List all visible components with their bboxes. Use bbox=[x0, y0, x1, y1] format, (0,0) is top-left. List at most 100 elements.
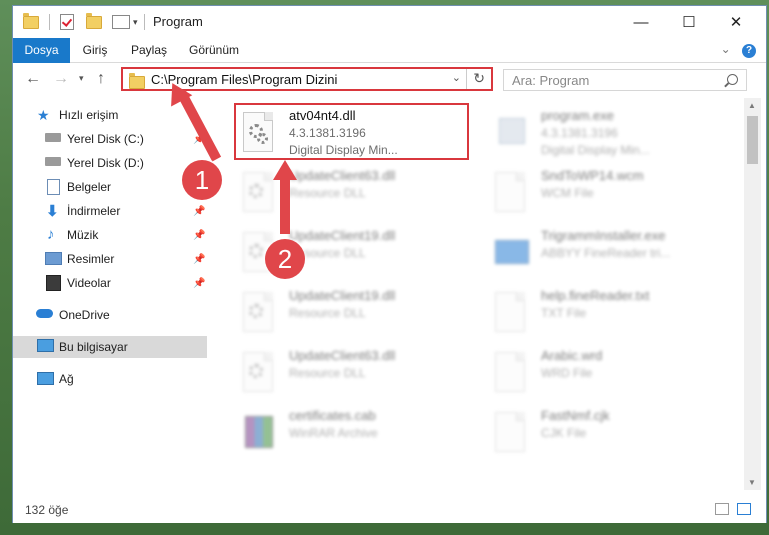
file-name: program.exe bbox=[541, 108, 614, 123]
explorer-window: ▾ Program — ☐ ✕ Dosya Giriş Paylaş Görün… bbox=[12, 5, 767, 523]
sidebar-item-pictures[interactable]: Resimler 📌 bbox=[13, 248, 207, 270]
file-type: TXT File bbox=[541, 306, 587, 320]
file-item[interactable]: FastNmf.cjk CJK File bbox=[491, 406, 727, 462]
address-dropdown-icon[interactable]: ⌄ bbox=[452, 71, 461, 84]
file-type: CJK File bbox=[541, 426, 587, 440]
details-view-icon[interactable] bbox=[715, 503, 729, 515]
sidebar-item-label: İndirmeler bbox=[67, 204, 121, 218]
file-item[interactable]: UpdateClient63.dll Resource DLL bbox=[239, 346, 475, 402]
file-item[interactable]: TrigrammInstaller.exe ABBYY FineReader t… bbox=[491, 226, 727, 282]
minimize-button[interactable]: — bbox=[618, 6, 664, 38]
quick-access-toolbar: ▾ bbox=[23, 12, 145, 30]
video-icon bbox=[46, 275, 61, 291]
sidebar-item-label: Yerel Disk (D:) bbox=[67, 156, 144, 170]
sidebar-item-local-disk-c[interactable]: Yerel Disk (C:) 📌 bbox=[13, 128, 207, 150]
search-placeholder: Ara: Program bbox=[512, 73, 590, 88]
search-box[interactable]: Ara: Program bbox=[503, 69, 747, 91]
file-name: UpdateClient63.dll bbox=[289, 168, 396, 183]
sidebar-item-this-pc[interactable]: Bu bilgisayar bbox=[13, 336, 207, 358]
sidebar-item-label: Müzik bbox=[67, 228, 99, 242]
vertical-scrollbar[interactable]: ▲ ▼ bbox=[744, 98, 761, 490]
sidebar-item-quick-access[interactable]: ★ Hızlı erişim bbox=[13, 104, 207, 126]
navigation-pane: ★ Hızlı erişim Yerel Disk (C:) 📌 Yerel D… bbox=[13, 98, 209, 490]
file-item[interactable]: UpdateClient19.dll Resource DLL bbox=[239, 286, 475, 342]
close-button[interactable]: ✕ bbox=[713, 6, 759, 38]
generic-file-icon bbox=[491, 170, 531, 214]
folder-icon bbox=[23, 12, 39, 29]
music-icon: ♪ bbox=[47, 226, 55, 243]
back-button[interactable]: ← bbox=[25, 70, 41, 88]
sidebar-item-label: Videolar bbox=[67, 276, 111, 290]
file-item[interactable]: help.fineReader.txt TXT File bbox=[491, 286, 727, 342]
ribbon-expand-icon[interactable]: ⌄ bbox=[721, 42, 731, 56]
cloud-icon bbox=[36, 309, 53, 318]
status-bar: 132 öğe bbox=[13, 495, 766, 523]
file-item[interactable]: Arabic.wrd WRD File bbox=[491, 346, 727, 402]
sidebar-item-label: Ağ bbox=[59, 372, 74, 386]
customize-toolbar-icon[interactable] bbox=[112, 15, 130, 29]
file-item[interactable]: certificates.cab WinRAR Archive bbox=[239, 406, 475, 462]
sidebar-item-network[interactable]: Ağ bbox=[13, 368, 207, 390]
forward-button[interactable]: → bbox=[53, 70, 69, 88]
sidebar-item-label: Resimler bbox=[67, 252, 115, 266]
file-version: 4.3.1381.3196 bbox=[541, 126, 618, 140]
toolbar-divider bbox=[49, 14, 50, 30]
sidebar-item-local-disk-d[interactable]: Yerel Disk (D:) bbox=[13, 152, 207, 174]
scroll-up-icon[interactable]: ▲ bbox=[748, 101, 756, 110]
sidebar-item-downloads[interactable]: ⬇ İndirmeler 📌 bbox=[13, 200, 207, 222]
file-highlight-box bbox=[234, 103, 469, 160]
recent-locations-icon[interactable]: ▾ bbox=[79, 73, 84, 84]
documents-icon bbox=[47, 179, 60, 195]
address-folder-icon bbox=[129, 73, 145, 89]
pictures-icon bbox=[45, 252, 62, 265]
file-name: SndToWP14.wcm bbox=[541, 168, 644, 183]
window-title: Program bbox=[153, 14, 203, 29]
sidebar-item-label: Bu bilgisayar bbox=[59, 340, 128, 354]
tab-share[interactable]: Paylaş bbox=[123, 38, 175, 62]
ribbon-controls: ⌄ ? bbox=[721, 42, 756, 58]
pin-icon[interactable]: 📌 bbox=[193, 230, 205, 241]
large-icons-view-icon[interactable] bbox=[737, 503, 751, 515]
sidebar-item-label: Belgeler bbox=[67, 180, 112, 194]
file-name: UpdateClient19.dll bbox=[289, 228, 396, 243]
properties-icon[interactable] bbox=[60, 14, 74, 30]
dll-file-icon bbox=[239, 350, 279, 394]
navigation-bar: ← → ▾ ↑ C:\Program Files\Program Dizini … bbox=[13, 63, 766, 95]
toolbar-dropdown-icon[interactable]: ▾ bbox=[133, 17, 138, 28]
tab-home[interactable]: Giriş bbox=[73, 38, 117, 62]
up-button[interactable]: ↑ bbox=[97, 70, 105, 88]
callout-arrow-2 bbox=[280, 176, 290, 234]
maximize-button[interactable]: ☐ bbox=[666, 6, 712, 38]
file-type: Resource DLL bbox=[289, 306, 366, 320]
pin-icon[interactable]: 📌 bbox=[193, 278, 205, 289]
file-name: certificates.cab bbox=[289, 408, 376, 423]
sidebar-item-documents[interactable]: Belgeler 📌 bbox=[13, 176, 207, 198]
file-type: WCM File bbox=[541, 186, 594, 200]
star-icon: ★ bbox=[37, 107, 50, 123]
file-item[interactable]: SndToWP14.wcm WCM File bbox=[491, 166, 727, 222]
sidebar-item-music[interactable]: ♪ Müzik 📌 bbox=[13, 224, 207, 246]
scroll-thumb[interactable] bbox=[747, 116, 758, 164]
file-item[interactable]: program.exe 4.3.1381.3196 Digital Displa… bbox=[491, 106, 727, 162]
generic-file-icon bbox=[491, 290, 531, 334]
help-icon[interactable]: ? bbox=[742, 44, 756, 58]
sidebar-item-onedrive[interactable]: OneDrive bbox=[13, 304, 207, 326]
network-icon bbox=[37, 372, 54, 385]
dll-file-icon bbox=[239, 290, 279, 334]
pin-icon[interactable]: 📌 bbox=[193, 206, 205, 217]
refresh-icon[interactable]: ↻ bbox=[473, 70, 485, 87]
scroll-down-icon[interactable]: ▼ bbox=[748, 478, 756, 487]
archive-file-icon bbox=[239, 410, 279, 454]
pin-icon[interactable]: 📌 bbox=[193, 254, 205, 265]
callout-arrowhead-2 bbox=[273, 160, 297, 180]
search-icon[interactable] bbox=[727, 74, 738, 85]
ribbon-tabs: Dosya Giriş Paylaş Görünüm ⌄ ? bbox=[13, 38, 766, 94]
sidebar-item-label: OneDrive bbox=[59, 308, 110, 322]
sidebar-item-videos[interactable]: Videolar 📌 bbox=[13, 272, 207, 294]
tab-view[interactable]: Görünüm bbox=[181, 38, 247, 62]
new-folder-icon[interactable] bbox=[86, 12, 102, 29]
drive-icon bbox=[45, 133, 61, 142]
drive-icon bbox=[45, 157, 61, 166]
callout-badge-1: 1 bbox=[182, 160, 222, 200]
file-type: Resource DLL bbox=[289, 186, 366, 200]
